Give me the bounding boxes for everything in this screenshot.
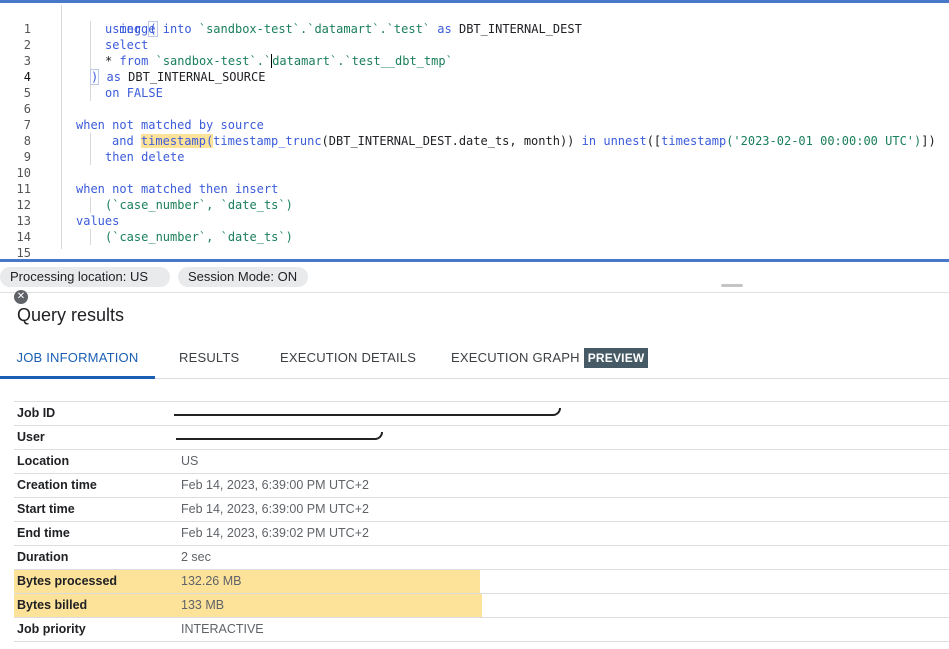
redacted-value xyxy=(176,432,383,440)
code-text: (DBT_INTERNAL_DEST.date_ts, month)) xyxy=(321,134,575,148)
code-text: then delete xyxy=(105,150,185,164)
keyword: using xyxy=(105,22,142,36)
function: timestamp xyxy=(661,134,727,148)
keyword: as xyxy=(106,70,121,84)
results-tabs: JOB INFORMATION RESULTS EXECUTION DETAIL… xyxy=(0,338,949,379)
row-label: Start time xyxy=(17,502,75,516)
keyword: on xyxy=(105,86,120,100)
row-label: Bytes billed xyxy=(17,598,88,612)
row-label: Job ID xyxy=(17,406,56,420)
job-info-row: Duration 2 sec xyxy=(14,546,949,570)
table-ref: datamart`.`test__dbt_tmp` xyxy=(272,54,453,68)
keyword: in xyxy=(581,134,597,148)
code-line: 7 xyxy=(0,101,949,132)
star: * xyxy=(105,54,113,68)
row-label: Duration xyxy=(17,550,69,564)
code-text: ([ xyxy=(646,134,662,148)
function: unnest xyxy=(603,134,647,148)
tab-execution-graph[interactable]: EXECUTION GRAPH PREVIEW xyxy=(451,338,649,376)
sql-editor[interactable]: 1 merge into `sandbox-test`.`datamart`.`… xyxy=(0,0,949,262)
job-info-row: User xyxy=(14,426,949,450)
code-line: 9 and timestamp(timestamp_trunc(DBT_INTE… xyxy=(0,133,949,164)
row-value: US xyxy=(181,454,199,468)
tab-job-information[interactable]: JOB INFORMATION xyxy=(0,338,155,379)
keyword: FALSE xyxy=(126,86,163,100)
job-info-row: Creation time Feb 14, 2023, 6:39:00 PM U… xyxy=(14,474,949,498)
code-line: 14 values xyxy=(0,213,949,244)
row-label: End time xyxy=(17,526,70,540)
code-text: (`case_number`, `date_ts`) xyxy=(105,230,293,244)
job-info-row: End time Feb 14, 2023, 6:39:02 PM UTC+2 xyxy=(14,522,949,546)
job-info-row: Location US xyxy=(14,450,949,474)
chip-label: Processing location: US xyxy=(10,269,149,284)
row-value: 133 MB xyxy=(181,598,225,612)
chip-label: Session Mode: ON xyxy=(188,269,298,284)
function: timestamp_trunc xyxy=(213,134,322,148)
keyword: select xyxy=(105,38,149,52)
code-text: values xyxy=(76,214,120,228)
session-mode-chip[interactable]: Session Mode: ON xyxy=(178,267,308,287)
query-results-title: Query results xyxy=(17,305,125,325)
row-label: Creation time xyxy=(17,478,97,492)
row-label: Location xyxy=(17,454,70,468)
code-line: 10 then delete xyxy=(0,149,949,180)
row-value: Feb 14, 2023, 6:39:00 PM UTC+2 xyxy=(181,502,369,516)
processing-location-chip[interactable]: Processing location: US ✕ xyxy=(0,267,170,304)
code-line: 2 using ( xyxy=(0,21,949,52)
row-label: Job priority xyxy=(17,622,86,636)
redacted-value xyxy=(174,408,561,416)
job-info-row: Start time Feb 14, 2023, 6:39:00 PM UTC+… xyxy=(14,498,949,522)
status-bar: Processing location: US ✕ Session Mode: O… xyxy=(0,262,949,304)
keyword: from xyxy=(119,54,149,68)
row-value: 132.26 MB xyxy=(181,574,242,588)
row-value: Feb 14, 2023, 6:39:02 PM UTC+2 xyxy=(181,526,369,540)
row-label: User xyxy=(17,430,45,444)
code-line: 8 when not matched by source xyxy=(0,117,949,148)
tab-execution-details[interactable]: EXECUTION DETAILS xyxy=(280,338,416,376)
tab-label: EXECUTION GRAPH xyxy=(451,350,580,365)
tab-results[interactable]: RESULTS xyxy=(179,338,239,376)
row-value: 2 sec xyxy=(181,550,211,564)
row-value: Feb 14, 2023, 6:39:00 PM UTC+2 xyxy=(181,478,369,492)
preview-badge: PREVIEW xyxy=(583,347,649,368)
paren: ( xyxy=(148,21,158,37)
keyword: and xyxy=(112,134,134,148)
code-text: ]) xyxy=(921,134,936,148)
code-line: 16 xyxy=(0,245,949,259)
row-value: INTERACTIVE xyxy=(181,622,264,636)
job-info-table: Job ID User Location US Creation time Fe… xyxy=(14,401,949,642)
paren: ) xyxy=(90,69,100,85)
code-line: 4 * from `sandbox-test`.`datamart`.`test… xyxy=(0,53,949,84)
code-line: 6 on FALSE xyxy=(0,85,949,116)
code-line: 1 merge into `sandbox-test`.`datamart`.`… xyxy=(0,5,949,36)
code-line: 5 ) as DBT_INTERNAL_SOURCE xyxy=(0,69,949,100)
code-line: 11 xyxy=(0,165,949,196)
close-icon[interactable]: ✕ xyxy=(14,289,28,304)
table-ref: `sandbox-test`.` xyxy=(155,54,272,68)
code-text: when not matched then insert xyxy=(76,182,279,196)
job-info-row: Job ID xyxy=(14,402,949,426)
row-label: Bytes processed xyxy=(17,574,118,588)
code-line: 13 (`case_number`, `date_ts`) xyxy=(0,197,949,228)
code-line: 3 select xyxy=(0,37,949,68)
alias: DBT_INTERNAL_SOURCE xyxy=(128,70,266,84)
string-literal: ('2023-02-01 00:00:00 UTC') xyxy=(726,134,922,148)
job-info-row-highlighted: Bytes billed 133 MB xyxy=(14,594,949,618)
job-info-row: Job priority INTERACTIVE xyxy=(14,618,949,642)
function-highlight: timestamp( xyxy=(140,134,214,148)
code-text: when not matched by source xyxy=(76,118,264,132)
code-line: 15 (`case_number`, `date_ts`) xyxy=(0,229,949,259)
job-info-row-highlighted: Bytes processed 132.26 MB xyxy=(14,570,949,594)
resize-handle[interactable] xyxy=(721,284,743,287)
code-text: (`case_number`, `date_ts`) xyxy=(105,198,293,212)
code-line: 12 when not matched then insert xyxy=(0,181,949,212)
